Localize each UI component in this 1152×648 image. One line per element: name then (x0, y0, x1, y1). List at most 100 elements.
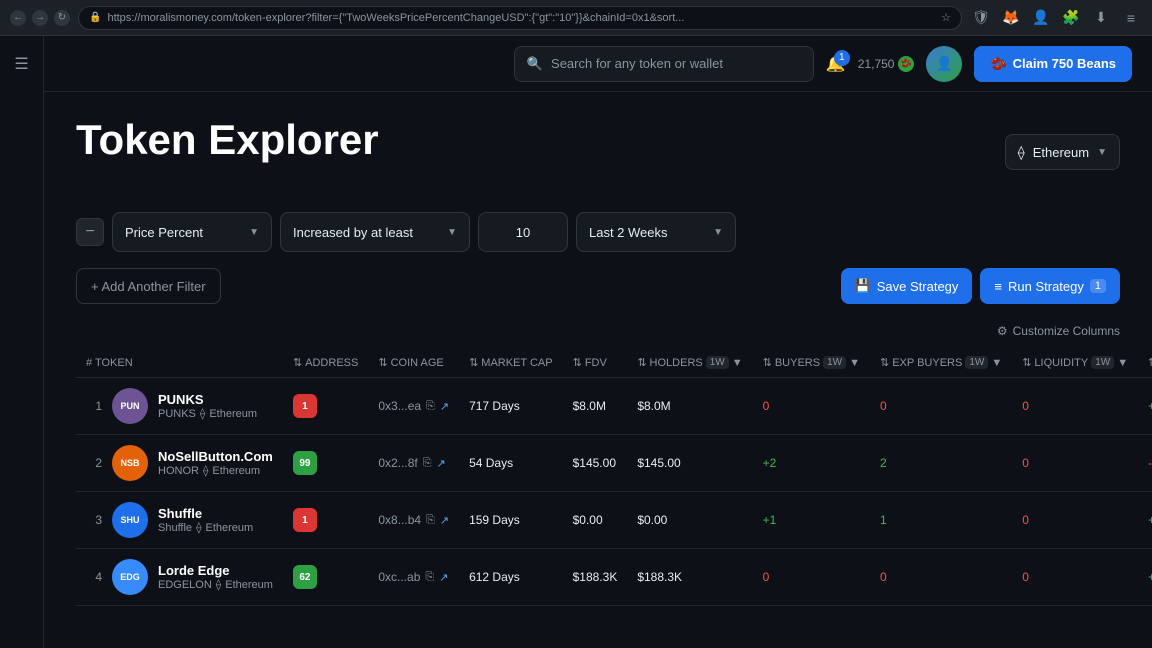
external-link-icon[interactable]: ↗ (439, 571, 448, 584)
table-row[interactable]: 3 SHU Shuffle Shuffle ⟠ Ethereum 1 (76, 492, 1152, 549)
minus-icon: − (85, 223, 94, 241)
external-link-icon[interactable]: ↗ (437, 457, 446, 470)
coin-age-cell: 717 Days (459, 378, 563, 435)
filter-condition-label: Increased by at least (293, 225, 413, 240)
table-row[interactable]: 1 PUN PUNKS PUNKS ⟠ Ethereum 1 (76, 378, 1152, 435)
col-sellers: ⇅ SELLERS 1W (1138, 348, 1152, 378)
menu-dots-icon[interactable]: ≡ (1120, 7, 1142, 29)
col-rank: # TOKEN (76, 348, 283, 378)
filter-icon: ≡ (994, 279, 1002, 294)
run-strategy-badge: 1 (1090, 279, 1106, 293)
address-cell: 0x2...8f ⎘ ↗ (368, 435, 459, 492)
fdv-cell: $188.3K (627, 549, 752, 606)
holders-cell: 0 (753, 549, 870, 606)
address-text: 0xc...ab (378, 570, 420, 584)
col-exp-buyers: ⇅ EXP BUYERS 1W ▼ (870, 348, 1012, 378)
buyers-cell: 0 (870, 549, 1012, 606)
market-cap-cell: $145.00 (563, 435, 628, 492)
badge-cell: 1 (283, 378, 368, 435)
token-info: Lorde Edge EDGELON ⟠ Ethereum (158, 563, 273, 591)
exp-buyers-cell: 0 (1012, 378, 1138, 435)
address-text: 0x3...ea (378, 399, 421, 413)
avatar-placeholder: 👤 (926, 46, 962, 82)
save-strategy-label: Save Strategy (877, 279, 959, 294)
fdv-cell: $0.00 (627, 492, 752, 549)
liquidity-cell: + $0.00 (1138, 378, 1152, 435)
back-button[interactable]: ← (10, 10, 26, 26)
token-symbol: PUNKS ⟠ Ethereum (158, 407, 257, 420)
security-badge: 1 (293, 508, 317, 532)
address-bar[interactable]: 🔒 https://moralismoney.com/token-explore… (78, 6, 962, 30)
table-header: # TOKEN ⇅ ADDRESS ⇅ COIN AGE (76, 348, 1152, 378)
extensions-icon[interactable]: 🛡 (970, 7, 992, 29)
table-row[interactable]: 4 EDG Lorde Edge EDGELON ⟠ Ethereum 62 (76, 549, 1152, 606)
network-selector[interactable]: ⟠ Ethereum ▼ (1005, 134, 1120, 170)
token-logo: EDG (112, 559, 148, 595)
liquidity-cell: - $335.3K (1138, 435, 1152, 492)
exp-buyers-filter-icon[interactable]: ▼ (991, 357, 1002, 369)
market-cap-cell: $188.3K (563, 549, 628, 606)
copy-icon[interactable]: ⎘ (426, 400, 435, 413)
buyers-filter-icon[interactable]: ▼ (849, 357, 860, 369)
token-info: PUNKS PUNKS ⟠ Ethereum (158, 392, 257, 420)
download-icon[interactable]: ⬇ (1090, 7, 1112, 29)
copy-icon[interactable]: ⎘ (423, 457, 432, 470)
remove-filter-button[interactable]: − (76, 218, 104, 246)
token-symbol: HONOR ⟠ Ethereum (158, 464, 273, 477)
col-liquidity: ⇅ LIQUIDITY 1W ▼ (1012, 348, 1138, 378)
action-bar: + Add Another Filter 💾 Save Strategy ≡ R… (76, 268, 1120, 304)
coin-icon: 🫘 (898, 56, 914, 72)
rank-cell: 1 PUN PUNKS PUNKS ⟠ Ethereum (76, 378, 283, 435)
buyers-cell: 1 (870, 492, 1012, 549)
filter-value-input[interactable]: 10 (478, 212, 568, 252)
add-filter-button[interactable]: + Add Another Filter (76, 268, 221, 304)
table-row[interactable]: 2 NSB NoSellButton.Com HONOR ⟠ Ethereum … (76, 435, 1152, 492)
save-strategy-button[interactable]: 💾 Save Strategy (841, 268, 973, 304)
address-sort-icon: ⇅ (293, 356, 302, 369)
forward-button[interactable]: → (32, 10, 48, 26)
token-info: NoSellButton.Com HONOR ⟠ Ethereum (158, 449, 273, 477)
col-coin-age: ⇅ COIN AGE (368, 348, 459, 378)
notification-badge: 1 (834, 50, 850, 66)
bookmark-icon[interactable]: ☆ (941, 11, 951, 24)
copy-icon[interactable]: ⎘ (426, 514, 435, 527)
filter-type-select[interactable]: Price Percent ▼ (112, 212, 272, 252)
filter-condition-select[interactable]: Increased by at least ▼ (280, 212, 470, 252)
profile-icon[interactable]: 👤 (1030, 7, 1052, 29)
coin-count: 21,750 🫘 (858, 56, 915, 72)
filter-period-chevron-icon: ▼ (713, 227, 723, 238)
menu-toggle-button[interactable]: ☰ (6, 48, 38, 80)
avatar[interactable]: 👤 (926, 46, 962, 82)
rank-cell: 3 SHU Shuffle Shuffle ⟠ Ethereum (76, 492, 283, 549)
browser-actions: 🛡 🦊 👤 🧩 ⬇ ≡ (970, 7, 1142, 29)
notification-area[interactable]: 🔔 1 (826, 54, 846, 74)
customize-columns-bar: ⚙ Customize Columns (76, 324, 1120, 338)
external-link-icon[interactable]: ↗ (440, 400, 449, 413)
exp-buyers-sort-icon: ⇅ (880, 356, 889, 369)
copy-icon[interactable]: ⎘ (425, 571, 434, 584)
token-info: Shuffle Shuffle ⟠ Ethereum (158, 506, 253, 534)
holders-cell: +1 (753, 492, 870, 549)
external-link-icon[interactable]: ↗ (440, 514, 449, 527)
filter-period-select[interactable]: Last 2 Weeks ▼ (576, 212, 736, 252)
coin-age-sort-icon: ⇅ (378, 356, 387, 369)
token-table: # TOKEN ⇅ ADDRESS ⇅ COIN AGE (76, 348, 1152, 606)
rank-cell: 4 EDG Lorde Edge EDGELON ⟠ Ethereum (76, 549, 283, 606)
firefox-icon[interactable]: 🦊 (1000, 7, 1022, 29)
token-logo: NSB (112, 445, 148, 481)
liquidity-filter-icon[interactable]: ▼ (1117, 357, 1128, 369)
coin-age-cell: 159 Days (459, 492, 563, 549)
network-label: Ethereum (1033, 145, 1089, 160)
token-name: Shuffle (158, 506, 253, 521)
lock-icon: 🔒 (89, 12, 101, 23)
run-strategy-button[interactable]: ≡ Run Strategy 1 (980, 268, 1120, 304)
refresh-button[interactable]: ↻ (54, 10, 70, 26)
puzzle-icon[interactable]: 🧩 (1060, 7, 1082, 29)
holders-filter-icon[interactable]: ▼ (732, 357, 743, 369)
buyers-cell: 2 (870, 435, 1012, 492)
customize-columns-button[interactable]: ⚙ Customize Columns (997, 324, 1120, 338)
search-bar[interactable]: 🔍 Search for any token or wallet (514, 46, 814, 82)
badge-cell: 99 (283, 435, 368, 492)
market-cap-cell: $0.00 (563, 492, 628, 549)
claim-beans-button[interactable]: 🫘 Claim 750 Beans (974, 46, 1132, 82)
